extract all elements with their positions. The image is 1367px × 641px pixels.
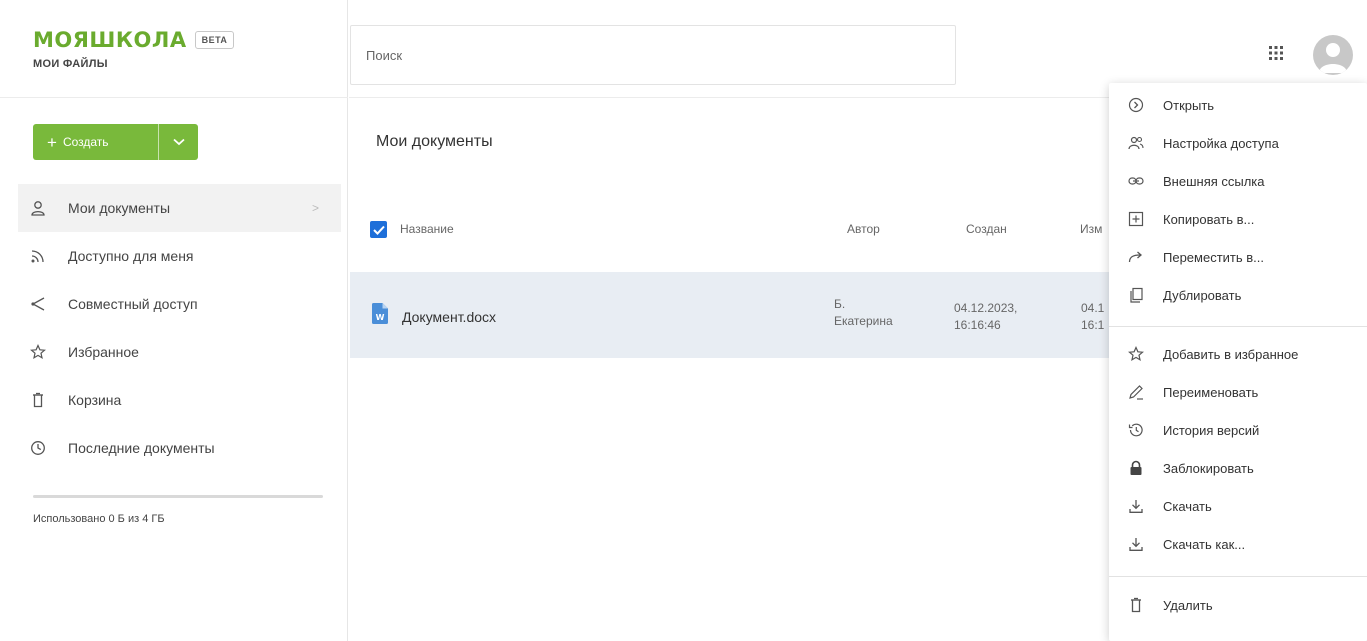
checkmark-icon xyxy=(372,225,385,235)
pencil-icon xyxy=(1127,383,1145,401)
sidebar-item-label: Корзина xyxy=(68,392,122,408)
page-title: Мои документы xyxy=(376,133,493,150)
svg-text:W: W xyxy=(376,313,385,322)
menu-divider xyxy=(1109,326,1367,327)
modified-cell: 04.1 16:1 xyxy=(1081,301,1105,332)
chevron-down-icon xyxy=(172,138,185,146)
sidebar-item-trash[interactable]: Корзина xyxy=(18,376,341,424)
share-icon xyxy=(30,296,46,312)
sidebar-item-favorites[interactable]: Избранное xyxy=(18,328,341,376)
table-header: Название Автор Создан Изм xyxy=(350,200,1110,260)
lock-icon xyxy=(1127,459,1145,477)
menu-item-rename[interactable]: Переименовать xyxy=(1109,373,1367,411)
sidebar-item-label: Избранное xyxy=(68,344,139,360)
user-avatar-icon xyxy=(1319,43,1347,73)
create-button-label: Создать xyxy=(62,135,109,149)
create-button[interactable]: + Создать xyxy=(33,124,158,160)
menu-item-download-as[interactable]: Скачать как... xyxy=(1109,525,1367,563)
menu-item-add-to-favorites[interactable]: Добавить в избранное xyxy=(1109,335,1367,373)
download-icon xyxy=(1127,497,1145,515)
copy-to-icon xyxy=(1127,210,1145,228)
menu-item-download[interactable]: Скачать xyxy=(1109,487,1367,525)
open-icon xyxy=(1127,96,1145,114)
sidebar-item-label: Последние документы xyxy=(68,440,215,456)
logo[interactable]: МОЯШКОЛА xyxy=(33,28,187,52)
create-button-group: + Создать xyxy=(33,124,198,160)
document-name[interactable]: Документ.docx xyxy=(402,309,496,325)
sidebar-item-label: Мои документы xyxy=(68,200,171,216)
star-icon xyxy=(1127,345,1145,363)
user-icon xyxy=(30,200,46,216)
star-icon xyxy=(30,344,46,360)
rss-icon xyxy=(30,248,46,264)
table-row[interactable]: W Документ.docx Б. Екатерина 04.12.2023,… xyxy=(350,272,1110,358)
menu-item-move-to[interactable]: Переместить в... xyxy=(1109,238,1367,276)
menu-item-duplicate[interactable]: Дублировать xyxy=(1109,276,1367,314)
move-icon xyxy=(1127,248,1145,266)
clock-icon xyxy=(30,440,46,456)
brand: МОЯШКОЛА BETA МОИ ФАЙЛЫ xyxy=(33,28,235,70)
sidebar-item-shared-with-me[interactable]: Доступно для меня xyxy=(18,232,341,280)
menu-item-lock[interactable]: Заблокировать xyxy=(1109,449,1367,487)
chevron-right-icon: > xyxy=(311,201,319,215)
menu-item-open[interactable]: Открыть xyxy=(1109,86,1367,124)
column-header-created[interactable]: Создан xyxy=(966,222,1007,236)
sidebar: МОЯШКОЛА BETA МОИ ФАЙЛЫ + Создать Мои до… xyxy=(0,0,348,641)
sidebar-item-label: Совместный доступ xyxy=(68,296,198,312)
menu-item-version-history[interactable]: История версий xyxy=(1109,411,1367,449)
menu-item-copy-to[interactable]: Копировать в... xyxy=(1109,200,1367,238)
divider xyxy=(349,97,1109,98)
column-header-modified[interactable]: Изм xyxy=(1080,222,1102,236)
author-cell: Б. Екатерина xyxy=(834,297,893,328)
trash-icon xyxy=(30,392,46,408)
apps-grid-icon[interactable] xyxy=(1268,45,1284,66)
search-input[interactable]: Поиск xyxy=(350,25,956,85)
menu-divider xyxy=(1109,576,1367,577)
duplicate-icon xyxy=(1127,286,1145,304)
sidebar-item-shared-access[interactable]: Совместный доступ xyxy=(18,280,341,328)
context-menu: Открыть Настройка доступа Внешняя ссылка… xyxy=(1109,83,1367,641)
sidebar-item-recent-documents[interactable]: Последние документы xyxy=(18,424,341,472)
sidebar-item-my-documents[interactable]: Мои документы > xyxy=(18,184,341,232)
storage-usage-text: Использовано 0 Б из 4 ГБ xyxy=(33,513,165,525)
download-as-icon xyxy=(1127,535,1145,553)
sidebar-nav: Мои документы > Доступно для меня Совмес… xyxy=(18,184,341,472)
beta-badge: BETA xyxy=(194,31,235,49)
search-placeholder: Поиск xyxy=(366,47,403,63)
storage-usage-bar xyxy=(33,495,323,498)
link-icon xyxy=(1127,172,1145,190)
menu-item-delete[interactable]: Удалить xyxy=(1109,586,1367,624)
word-document-icon: W xyxy=(372,303,388,329)
plus-icon: + xyxy=(47,132,57,152)
divider xyxy=(0,97,348,98)
column-header-author[interactable]: Автор xyxy=(847,222,880,236)
app-subtitle: МОИ ФАЙЛЫ xyxy=(33,58,108,70)
create-dropdown-button[interactable] xyxy=(158,124,198,160)
menu-item-access-settings[interactable]: Настройка доступа xyxy=(1109,124,1367,162)
select-all-checkbox[interactable] xyxy=(370,221,387,238)
avatar[interactable] xyxy=(1313,35,1353,75)
menu-item-external-link[interactable]: Внешняя ссылка xyxy=(1109,162,1367,200)
trash-icon xyxy=(1127,596,1145,614)
column-header-name[interactable]: Название xyxy=(400,222,454,236)
created-cell: 04.12.2023, 16:16:46 xyxy=(954,301,1018,332)
people-icon xyxy=(1127,134,1145,152)
sidebar-item-label: Доступно для меня xyxy=(68,248,194,264)
history-icon xyxy=(1127,421,1145,439)
